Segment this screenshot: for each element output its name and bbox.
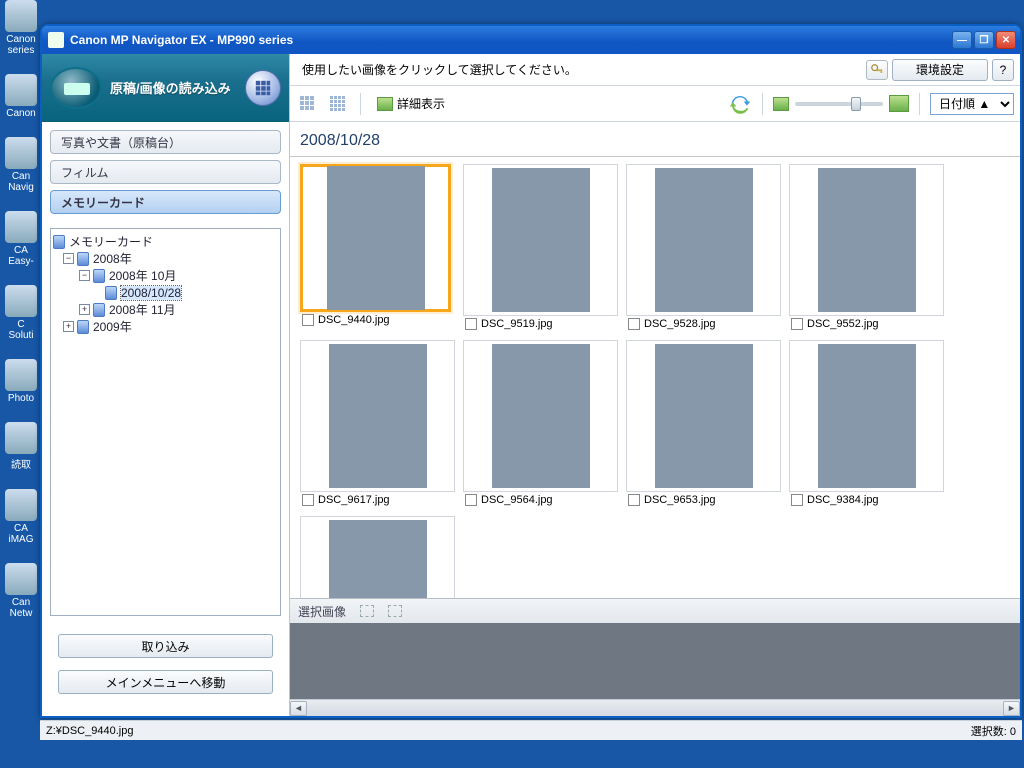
- selection-strip: 選択画像: [290, 598, 1020, 699]
- desktop-icon[interactable]: Canon: [4, 74, 38, 119]
- selection-label: 選択画像: [298, 603, 346, 620]
- desktop-icon[interactable]: Can Netw: [4, 563, 38, 619]
- desktop-icon[interactable]: 読取: [4, 422, 38, 471]
- deselect-all-button[interactable]: [326, 92, 350, 116]
- sort-select[interactable]: 日付順 ▲: [930, 93, 1014, 115]
- sidebar-tab[interactable]: フィルム: [50, 160, 281, 184]
- grid-mode-button[interactable]: [245, 70, 281, 106]
- import-button[interactable]: 取り込み: [58, 634, 273, 658]
- thumbnail-checkbox[interactable]: [465, 494, 477, 506]
- thumbnail[interactable]: DSC_9528.jpg: [626, 164, 781, 330]
- tree-month-2008-10[interactable]: −2008年 10月: [53, 267, 278, 284]
- thumbnail-filename: DSC_9552.jpg: [807, 318, 879, 330]
- selection-count: 選択数: 0: [971, 723, 1016, 739]
- main-menu-button[interactable]: メインメニューへ移動: [58, 670, 273, 694]
- tree-month-2008-11[interactable]: +2008年 11月: [53, 301, 278, 318]
- status-path: Z:¥DSC_9440.jpg: [46, 725, 133, 737]
- scanner-icon: [50, 67, 102, 109]
- horizontal-scrollbar[interactable]: ◄ ►: [290, 699, 1020, 716]
- thumbnail-checkbox[interactable]: [628, 494, 640, 506]
- titlebar[interactable]: Canon MP Navigator EX - MP990 series — ❐…: [42, 26, 1020, 54]
- sidebar-tab[interactable]: 写真や文書（原稿台）: [50, 130, 281, 154]
- zoom-slider[interactable]: [795, 102, 883, 106]
- minimize-button[interactable]: —: [952, 31, 972, 49]
- sidebar-tab[interactable]: メモリーカード: [50, 190, 281, 214]
- status-bar: Z:¥DSC_9440.jpg 選択数: 0: [40, 720, 1022, 740]
- thumbnail-image: [329, 520, 427, 598]
- thumbnail-image: [492, 344, 590, 488]
- key-icon[interactable]: [866, 60, 888, 80]
- thumbnail-image: [329, 344, 427, 488]
- thumbnail[interactable]: DSC_9440.jpg: [300, 164, 455, 330]
- tree-root-memory-card[interactable]: メモリーカード: [53, 233, 278, 250]
- scroll-left-arrow[interactable]: ◄: [290, 701, 307, 716]
- picture-icon: [377, 97, 393, 111]
- zoom-handle[interactable]: [851, 97, 861, 111]
- desktop-icon[interactable]: CA Easy-: [4, 211, 38, 267]
- desktop-icon[interactable]: Can Navig: [4, 137, 38, 193]
- desktop-icon[interactable]: CA iMAG: [4, 489, 38, 545]
- thumbnail[interactable]: DSC_9564.jpg: [463, 340, 618, 506]
- thumbnail[interactable]: [300, 516, 455, 598]
- tree-date-2008-10-28[interactable]: 2008/10/28: [53, 284, 278, 301]
- thumbnail[interactable]: DSC_9552.jpg: [789, 164, 944, 330]
- selection-tray[interactable]: [290, 623, 1020, 699]
- desktop-icon[interactable]: Photo: [4, 359, 38, 404]
- tree-year-2009[interactable]: +2009年: [53, 318, 278, 335]
- thumbnail-image: [818, 344, 916, 488]
- sidebar: 原稿/画像の読み込み 写真や文書（原稿台） フィルムメモリーカード メモリーカード…: [42, 54, 290, 716]
- thumbnail-checkbox[interactable]: [465, 318, 477, 330]
- thumbnail-image: [492, 168, 590, 312]
- app-window: Canon MP Navigator EX - MP990 series — ❐…: [40, 24, 1022, 718]
- thumbnail-image: [818, 168, 916, 312]
- instruction-bar: 使用したい画像をクリックして選択してください。 環境設定 ?: [290, 54, 1020, 86]
- toolbar: 詳細表示 日付順 ▲: [290, 86, 1020, 122]
- main-area: 使用したい画像をクリックして選択してください。 環境設定 ? 詳細表示: [290, 54, 1020, 716]
- thumbnail-checkbox[interactable]: [628, 318, 640, 330]
- tree-year-2008[interactable]: −2008年: [53, 250, 278, 267]
- sidebar-tabs: 写真や文書（原稿台） フィルムメモリーカード: [42, 122, 289, 228]
- thumbnail-image: [327, 166, 425, 310]
- scroll-right-arrow[interactable]: ►: [1003, 701, 1020, 716]
- thumbnail-filename: DSC_9528.jpg: [644, 318, 716, 330]
- thumbnail-filename: DSC_9617.jpg: [318, 494, 390, 506]
- thumbnail[interactable]: DSC_9653.jpg: [626, 340, 781, 506]
- thumbnail[interactable]: DSC_9384.jpg: [789, 340, 944, 506]
- window-title: Canon MP Navigator EX - MP990 series: [70, 33, 293, 47]
- thumbnail[interactable]: DSC_9519.jpg: [463, 164, 618, 330]
- thumbnail-checkbox[interactable]: [791, 494, 803, 506]
- thumbnail-checkbox[interactable]: [302, 314, 314, 326]
- desktop-icon[interactable]: C Soluti: [4, 285, 38, 341]
- detail-view-button[interactable]: 詳細表示: [371, 92, 451, 116]
- select-all-button[interactable]: [296, 92, 320, 116]
- thumbnail-filename: DSC_9384.jpg: [807, 494, 879, 506]
- instruction-text: 使用したい画像をクリックして選択してください。: [302, 61, 866, 78]
- zoom-out-icon[interactable]: [773, 97, 789, 111]
- thumbnail-filename: DSC_9564.jpg: [481, 494, 553, 506]
- thumbnail-filename: DSC_9653.jpg: [644, 494, 716, 506]
- thumbnail[interactable]: DSC_9617.jpg: [300, 340, 455, 506]
- thumbnail-image: [655, 168, 753, 312]
- help-button[interactable]: ?: [992, 59, 1014, 81]
- thumbnail-zoom: [773, 95, 909, 112]
- thumbnail-checkbox[interactable]: [791, 318, 803, 330]
- desktop-icon[interactable]: Canon series: [4, 0, 38, 56]
- app-icon: [48, 32, 64, 48]
- thumbnail-image: [655, 344, 753, 488]
- thumbnail-filename: DSC_9440.jpg: [318, 314, 390, 326]
- thumbnail-filename: DSC_9519.jpg: [481, 318, 553, 330]
- thumbnail-checkbox[interactable]: [302, 494, 314, 506]
- zoom-in-icon[interactable]: [889, 95, 909, 112]
- sidebar-header: 原稿/画像の読み込み: [42, 54, 289, 122]
- thumbnail-area[interactable]: 2008/10/28 DSC_9440.jpg DSC_9519.jpg DSC_9…: [290, 122, 1020, 598]
- close-button[interactable]: ✕: [996, 31, 1016, 49]
- maximize-button[interactable]: ❐: [974, 31, 994, 49]
- sidebar-title: 原稿/画像の読み込み: [110, 78, 245, 97]
- folder-tree[interactable]: メモリーカード −2008年 −2008年 10月 2008/10/28 +20…: [50, 228, 281, 616]
- preferences-button[interactable]: 環境設定: [892, 59, 988, 81]
- refresh-button[interactable]: [728, 92, 752, 116]
- selection-grid-icon-2[interactable]: [388, 605, 402, 617]
- selection-grid-icon-1[interactable]: [360, 605, 374, 617]
- date-group-header: 2008/10/28: [290, 122, 1020, 157]
